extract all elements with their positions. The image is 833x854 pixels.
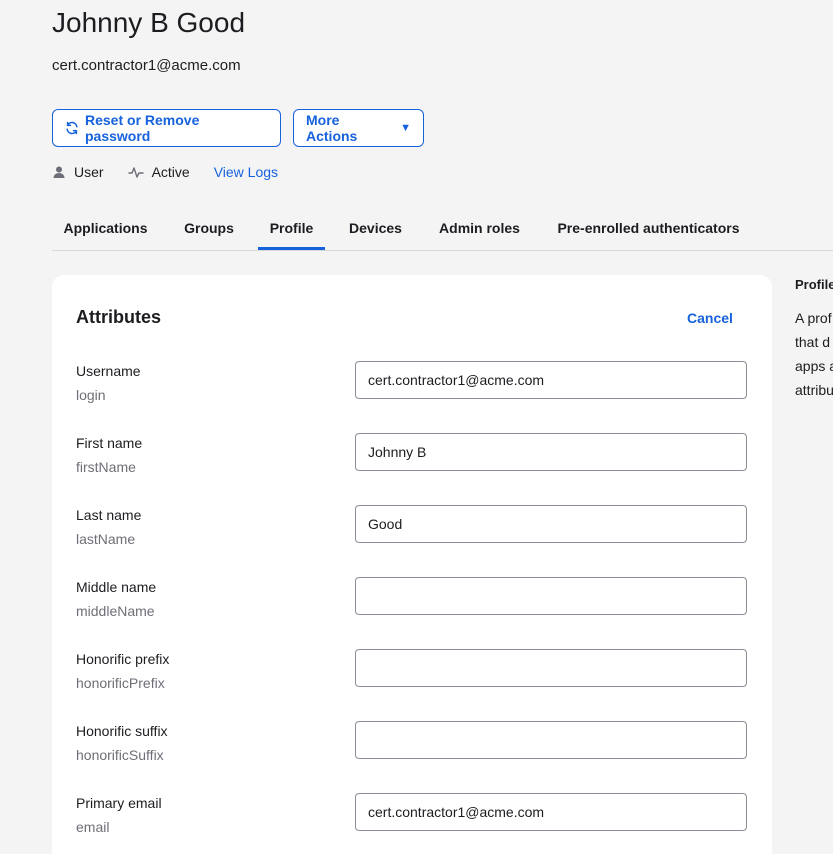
reset-password-button[interactable]: Reset or Remove password [52,109,281,147]
field-honorific-suffix: Honorific suffix honorificSuffix [52,721,772,793]
field-middle-name: Middle name middleName [52,577,772,649]
profile-help-panel: Profile A prof that d apps a attribu [795,276,833,402]
user-status-row: User Active View Logs [52,162,278,182]
caret-down-icon: ▼ [400,122,411,134]
field-label: Honorific prefix [76,651,170,667]
tab-devices[interactable]: Devices [337,210,414,248]
field-label: Last name [76,507,142,523]
primary-email-input[interactable] [355,793,747,831]
help-line: that d [795,334,831,350]
user-type-label: User [74,164,104,180]
field-key: firstName [76,459,136,475]
field-label: Primary email [76,795,162,811]
refresh-icon [65,121,79,135]
help-line: A prof [795,310,832,326]
activity-icon [127,165,144,179]
field-key: email [76,819,110,835]
user-type: User [52,164,104,180]
reset-password-label: Reset or Remove password [85,112,200,144]
tab-groups[interactable]: Groups [171,210,247,248]
help-line: attribu [795,382,833,398]
field-label: First name [76,435,143,451]
tab-admin-roles[interactable]: Admin roles [426,210,533,248]
last-name-input[interactable] [355,505,747,543]
field-key: login [76,387,106,403]
tab-profile[interactable]: Profile [258,210,325,250]
user-state: Active [127,164,190,180]
user-email: cert.contractor1@acme.com [52,57,241,74]
field-key: honorificSuffix [76,747,164,763]
help-panel-text: A prof that d apps a attribu [795,306,833,402]
field-label: Username [76,363,141,379]
field-honorific-prefix: Honorific prefix honorificPrefix [52,649,772,721]
honorific-prefix-input[interactable] [355,649,747,687]
field-key: middleName [76,603,155,619]
user-icon [52,165,66,179]
attributes-title: Attributes [76,307,161,327]
profile-tabs: Applications Groups Profile Devices Admi… [52,210,833,251]
tab-pre-enrolled-authenticators[interactable]: Pre-enrolled authenticators [545,210,752,248]
page-title: Johnny B Good [52,7,246,38]
help-panel-title: Profile [795,277,833,292]
attributes-card: Attributes Cancel Username login First n… [52,275,772,854]
cancel-button[interactable]: Cancel [687,310,733,326]
view-logs-link[interactable]: View Logs [214,164,278,180]
field-username: Username login [52,361,772,433]
more-actions-label: More Actions [306,112,358,144]
username-input[interactable] [355,361,747,399]
more-actions-button[interactable]: More Actions ▼ [293,109,424,147]
field-key: honorificPrefix [76,675,165,691]
help-line: apps a [795,358,833,374]
field-first-name: First name firstName [52,433,772,505]
middle-name-input[interactable] [355,577,747,615]
tab-applications[interactable]: Applications [52,210,159,248]
user-profile-page: Johnny B Good cert.contractor1@acme.com … [0,0,833,854]
user-state-label: Active [151,164,190,180]
field-label: Middle name [76,579,157,595]
field-last-name: Last name lastName [52,505,772,577]
honorific-suffix-input[interactable] [355,721,747,759]
field-primary-email: Primary email email [52,793,772,854]
field-key: lastName [76,531,136,547]
first-name-input[interactable] [355,433,747,471]
field-label: Honorific suffix [76,723,168,739]
